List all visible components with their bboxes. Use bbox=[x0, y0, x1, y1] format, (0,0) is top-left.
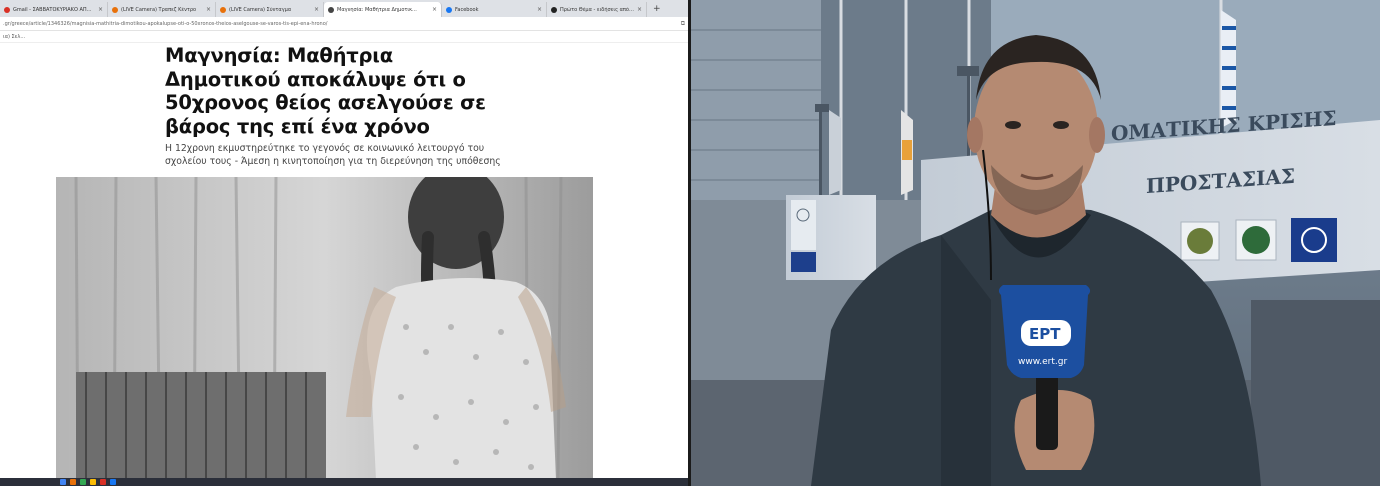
close-icon[interactable]: × bbox=[432, 6, 437, 13]
article-photo bbox=[56, 177, 593, 480]
article-subtitle: Η 12χρονη εκμυστηρεύτηκε το γεγονός σε κ… bbox=[165, 143, 501, 167]
bookmark-bar: ια) Σελ... bbox=[0, 31, 688, 43]
address-url: .gr/greece/article/1346326/magnisia-math… bbox=[3, 21, 328, 27]
browser-tab[interactable]: Πρώτο Θέμα - ειδήσεις από τη... × bbox=[547, 2, 647, 17]
close-icon[interactable]: × bbox=[537, 6, 542, 13]
taskbar-app-icon[interactable] bbox=[80, 479, 86, 485]
browser-window: Gmail - ΣΑΒΒΑΤΟΚΥΡΙΑΚΟ ΑΠ... × (LIVE Camer… bbox=[0, 0, 688, 486]
article-headline: Μαγνησία: Μαθήτρια Δημοτικού αποκάλυψε ό… bbox=[165, 44, 486, 138]
close-icon[interactable]: × bbox=[314, 6, 319, 13]
tab-label: Facebook bbox=[455, 6, 479, 13]
browser-tab[interactable]: Facebook × bbox=[442, 2, 547, 17]
tab-label: Μαγνησία: Μαθήτρια Δημοτικ... bbox=[337, 6, 417, 13]
taskbar-app-icon[interactable] bbox=[90, 479, 96, 485]
close-icon[interactable]: × bbox=[206, 6, 211, 13]
gmail-icon bbox=[4, 6, 10, 13]
camera-site-icon bbox=[112, 6, 118, 13]
browser-tab[interactable]: Gmail - ΣΑΒΒΑΤΟΚΥΡΙΑΚΟ ΑΠ... × bbox=[0, 2, 108, 17]
live-camera-feed: ΟΜΑΤΙΚΗΣ ΚΡΙΣΗΣ ΠΡΟΣΤΑΣΙΑΣ ΕΡΤ www.ert.g… bbox=[691, 0, 1380, 486]
news-site-icon bbox=[328, 6, 334, 13]
browser-tab[interactable]: Μαγνησία: Μαθήτρια Δημοτικ... × bbox=[324, 2, 442, 17]
extension-icon[interactable]: ⧉ bbox=[681, 17, 685, 31]
tab-label: (LIVE Camera) Τραπεζ Κέντρο bbox=[121, 6, 197, 13]
split-screen-broadcast: Gmail - ΣΑΒΒΑΤΟΚΥΡΙΑΚΟ ΑΠ... × (LIVE Camer… bbox=[0, 0, 1380, 486]
taskbar-app-icon[interactable] bbox=[60, 479, 66, 485]
os-taskbar bbox=[0, 478, 688, 486]
tab-label: Gmail - ΣΑΒΒΑΤΟΚΥΡΙΑΚΟ ΑΠ... bbox=[13, 6, 92, 13]
bookmark-item[interactable]: ια) Σελ... bbox=[3, 34, 25, 40]
browser-tab[interactable]: (LIVE Camera) Τραπεζ Κέντρο × bbox=[108, 2, 216, 17]
tab-label: Πρώτο Θέμα - ειδήσεις από τη... bbox=[560, 6, 634, 13]
new-tab-button[interactable]: + bbox=[647, 2, 667, 17]
close-icon[interactable]: × bbox=[98, 6, 103, 13]
mic-url: www.ert.gr bbox=[1018, 357, 1067, 367]
browser-tab[interactable]: (LIVE Camera) Σύνταγμα × bbox=[216, 2, 324, 17]
news-site-icon bbox=[551, 6, 557, 13]
article-photo-icon bbox=[56, 177, 593, 480]
taskbar-app-icon[interactable] bbox=[110, 479, 116, 485]
tab-strip: Gmail - ΣΑΒΒΑΤΟΚΥΡΙΑΚΟ ΑΠ... × (LIVE Camer… bbox=[0, 0, 688, 17]
facebook-icon bbox=[446, 6, 452, 13]
tab-label: (LIVE Camera) Σύνταγμα bbox=[229, 6, 292, 13]
taskbar-app-icon[interactable] bbox=[100, 479, 106, 485]
camera-site-icon bbox=[220, 6, 226, 13]
taskbar-app-icon[interactable] bbox=[70, 479, 76, 485]
mic-logo: ΕΡΤ bbox=[1029, 325, 1061, 343]
close-icon[interactable]: × bbox=[637, 6, 642, 13]
address-bar[interactable]: .gr/greece/article/1346326/magnisia-math… bbox=[0, 17, 688, 31]
reporter-scene: ΟΜΑΤΙΚΗΣ ΚΡΙΣΗΣ ΠΡΟΣΤΑΣΙΑΣ ΕΡΤ www.ert.g… bbox=[691, 0, 1380, 486]
